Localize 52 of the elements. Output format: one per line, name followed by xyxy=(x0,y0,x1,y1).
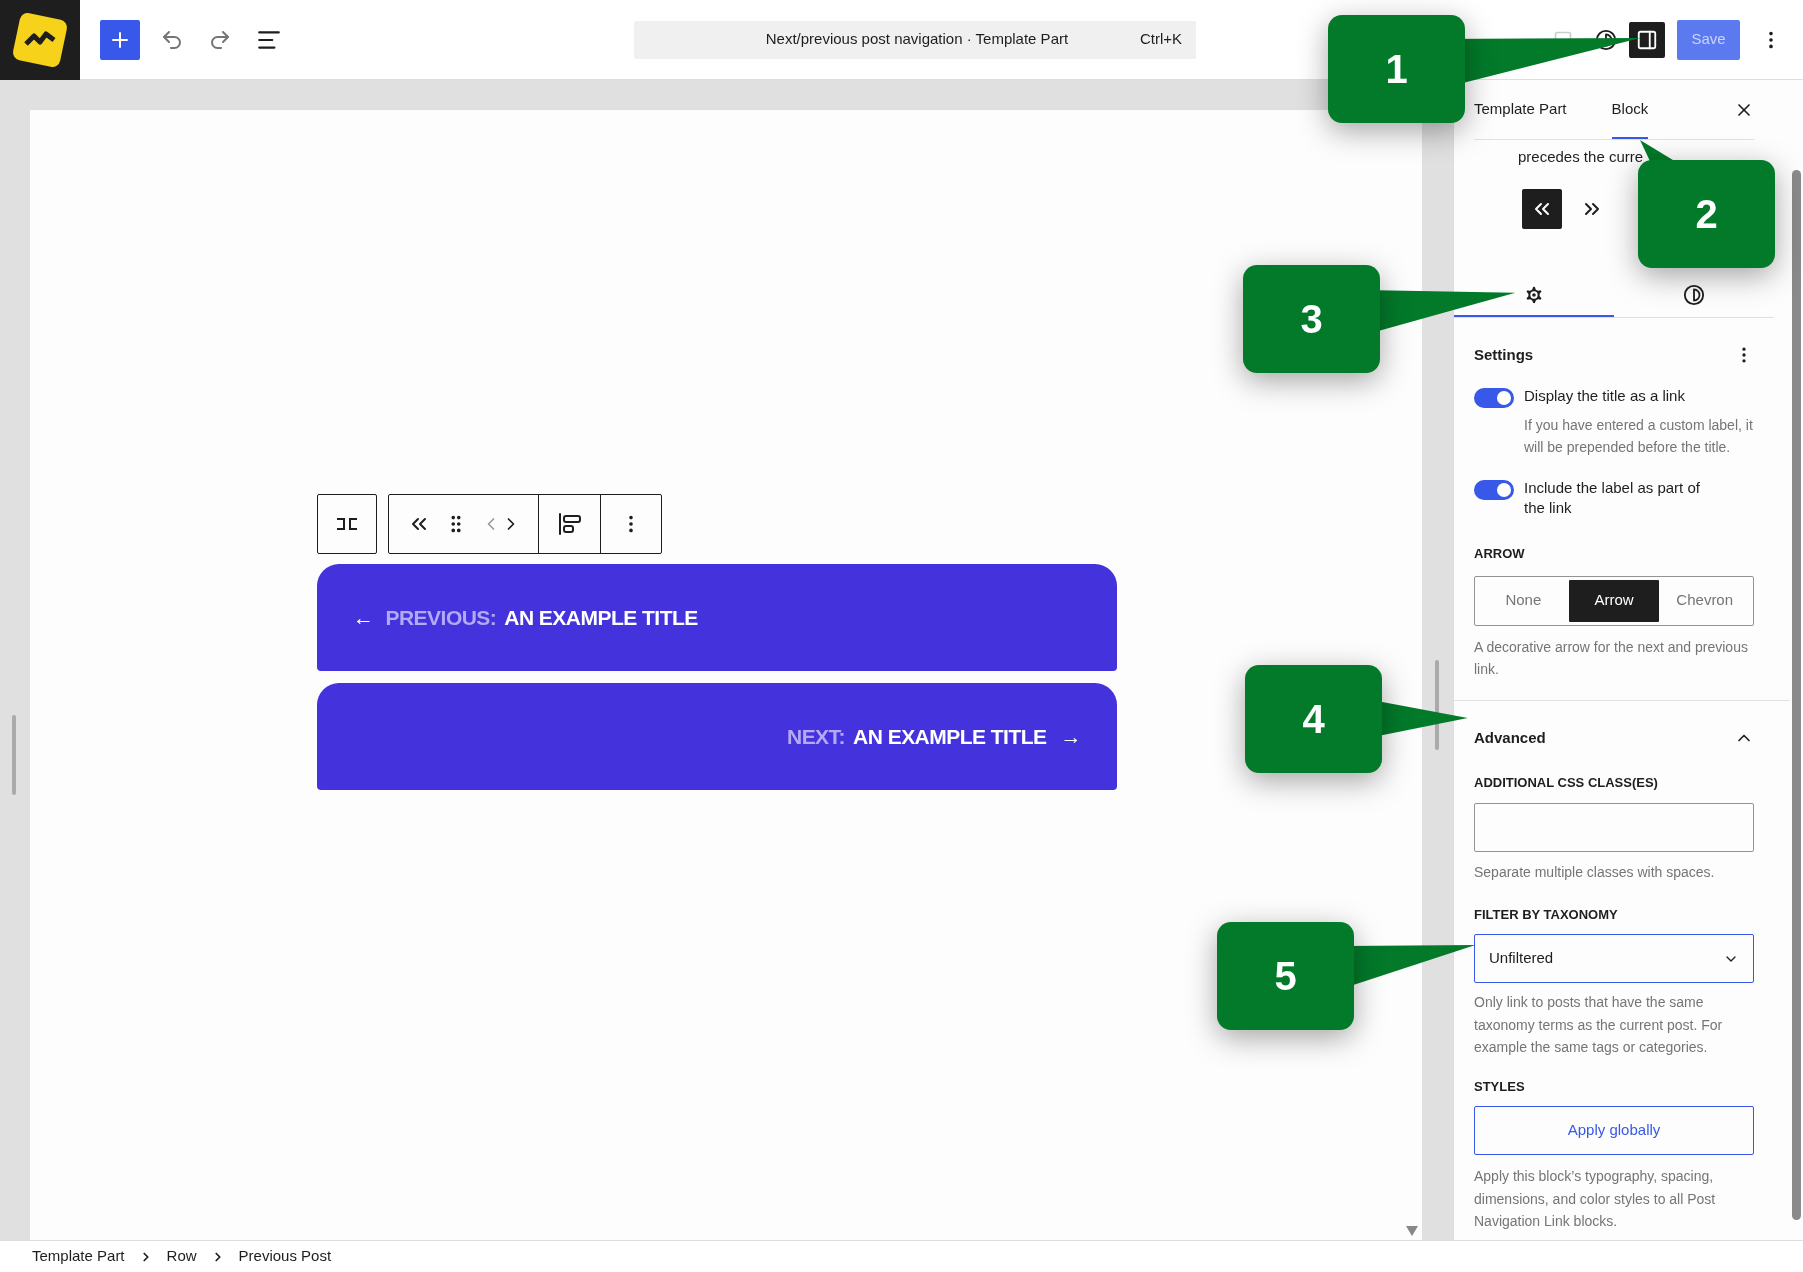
command-bar[interactable]: Next/previous post navigation · Template Part Ctrl+K xyxy=(634,20,1196,59)
link-title: AN EXAMPLE TITLE xyxy=(504,604,698,631)
help-text: A decorative arrow for the next and previous link. xyxy=(1474,637,1749,679)
callout-number: 3 xyxy=(1243,265,1380,373)
help-text: Apply this block’s typography, spacing, dimensions, and color styles to all Post Navigation Link blocks. xyxy=(1474,1167,1717,1231)
field-label: ADDITIONAL CSS CLASS(ES) xyxy=(1474,774,1659,792)
help-text: If you have entered a custom label, it will be prepended before the title. xyxy=(1523,416,1754,457)
sidebar-icon xyxy=(1636,28,1658,51)
link-label: PREVIOUS: xyxy=(385,604,497,631)
callout-number: 1 xyxy=(1328,15,1465,123)
gear-icon xyxy=(1523,283,1545,306)
document-title: Next/previous post navigation · Template Part xyxy=(764,29,1070,50)
site-logo[interactable] xyxy=(0,0,80,80)
sidebar-tab[interactable]: Block xyxy=(1611,89,1649,139)
arrow-glyph: ← xyxy=(353,604,374,631)
add-block-button[interactable] xyxy=(100,19,140,60)
help-text: Only link to posts that have the same taxonomy terms as the current post. For example the same tags or categories. xyxy=(1474,993,1724,1057)
toggle-label: Display the title as a link xyxy=(1524,386,1685,406)
callout-number: 4 xyxy=(1245,665,1382,773)
css-class-field[interactable] xyxy=(1474,802,1755,852)
section-title: Settings xyxy=(1474,344,1534,365)
post-navigation-link[interactable]: NEXT: AN EXAMPLE TITLE → xyxy=(317,683,1117,790)
segment-option[interactable]: Chevron xyxy=(1659,579,1751,622)
link-label: NEXT: xyxy=(787,723,846,750)
post-navigation-link[interactable]: ← PREVIOUS: AN EXAMPLE TITLE xyxy=(317,564,1117,671)
apply-globally-button[interactable]: Apply globally xyxy=(1474,1106,1755,1155)
breadcrumb-item[interactable]: Template Part xyxy=(32,1245,125,1268)
toggle-switch[interactable] xyxy=(1474,388,1514,408)
section-title[interactable]: Advanced xyxy=(1474,726,1546,749)
toggle-switch[interactable] xyxy=(1474,480,1514,500)
contrast-icon xyxy=(1683,283,1706,306)
arrow-glyph: → xyxy=(1060,723,1081,750)
sidebar-tab[interactable]: Template Part xyxy=(1474,89,1567,139)
help-text: Separate multiple classes with spaces. xyxy=(1474,862,1716,882)
toggle-label: Include the label as part of the link xyxy=(1524,478,1701,518)
settings-toggle[interactable] xyxy=(1629,21,1665,58)
callout-number: 5 xyxy=(1217,922,1354,1030)
breadcrumb-item[interactable]: Row xyxy=(166,1245,197,1268)
link-title: AN EXAMPLE TITLE xyxy=(853,723,1047,750)
previous-direction-button[interactable] xyxy=(1522,188,1562,229)
field-label: STYLES xyxy=(1474,1077,1526,1096)
row-icon xyxy=(335,516,359,532)
field-label: ARROW xyxy=(1474,545,1526,563)
breadcrumb-item[interactable]: Previous Post xyxy=(238,1245,332,1268)
shortcut-hint: Ctrl+K xyxy=(1139,29,1182,50)
scroll-down-icon[interactable] xyxy=(1406,1226,1418,1236)
align-icon[interactable] xyxy=(557,512,582,536)
segment-option[interactable]: None xyxy=(1478,579,1569,622)
field-label: FILTER BY TAXONOMY xyxy=(1474,905,1619,924)
segment-option[interactable]: Arrow xyxy=(1568,579,1660,622)
block-type-button[interactable] xyxy=(317,494,377,554)
taxonomy-select[interactable]: Unfiltered xyxy=(1474,934,1755,983)
